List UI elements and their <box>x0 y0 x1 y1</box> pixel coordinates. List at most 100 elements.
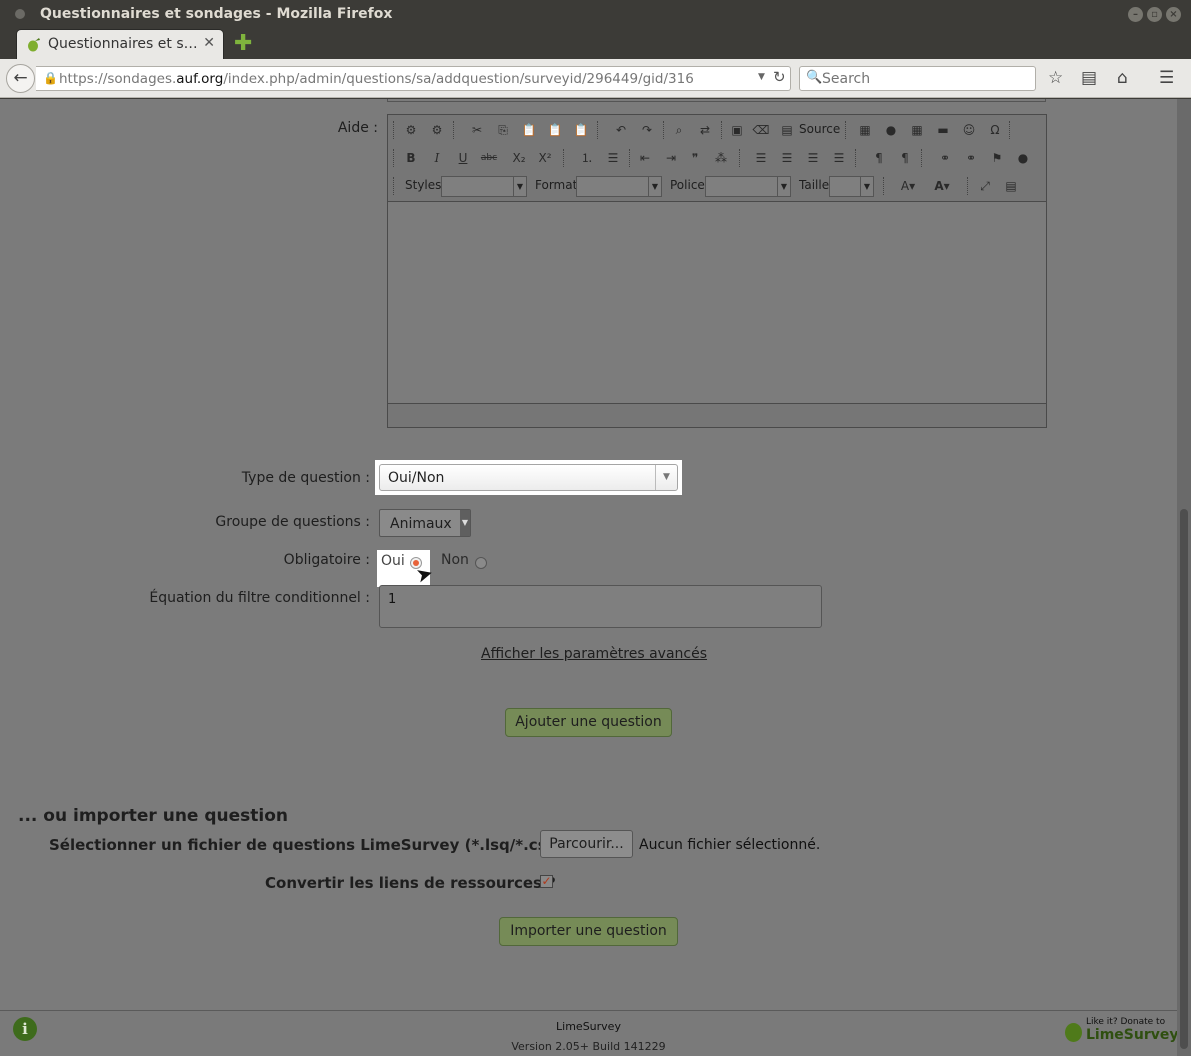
hamburger-menu-icon[interactable]: ☰ <box>1159 67 1174 89</box>
underline-icon[interactable]: U <box>453 149 473 167</box>
format-combo[interactable]: ▼ <box>576 176 662 197</box>
close-window-icon[interactable]: × <box>1166 7 1181 22</box>
browser-tab[interactable]: Questionnaires et s… ✕ <box>16 29 224 59</box>
source-button[interactable]: Source <box>799 122 840 136</box>
window-titlebar: Questionnaires et sondages - Mozilla Fir… <box>0 0 1191 29</box>
templates-icon[interactable]: ⚙ <box>401 121 421 139</box>
find-icon[interactable]: ⌕ <box>669 121 689 139</box>
outdent-icon[interactable]: ⇤ <box>635 149 655 167</box>
page-scrollbar[interactable] <box>1177 99 1191 1056</box>
convert-links-checkbox[interactable]: ✓ <box>540 875 553 888</box>
text-color-icon[interactable]: A▾ <box>895 177 921 195</box>
horizontal-rule-icon[interactable]: ▬ <box>933 121 953 139</box>
chevron-down-icon: ▼ <box>513 177 526 196</box>
image-icon[interactable]: ▦ <box>855 121 875 139</box>
justify-icon[interactable]: ☰ <box>829 149 849 167</box>
replace-icon[interactable]: ⇄ <box>695 121 715 139</box>
add-question-button[interactable]: Ajouter une question <box>505 708 672 737</box>
import-question-button[interactable]: Importer une question <box>499 917 678 946</box>
indent-icon[interactable]: ⇥ <box>661 149 681 167</box>
copy-icon[interactable]: ⎘ <box>493 121 513 139</box>
chevron-down-icon: ▼ <box>655 465 677 490</box>
url-prefix: https://sondages. <box>59 71 177 87</box>
previous-field-edge <box>387 99 1046 102</box>
globe-icon[interactable]: ● <box>1013 149 1033 167</box>
link-icon[interactable]: ⚭ <box>935 149 955 167</box>
tab-title: Questionnaires et s… <box>48 36 198 52</box>
italic-icon[interactable]: I <box>427 149 447 167</box>
search-input[interactable] <box>822 69 1027 88</box>
editor-content-area[interactable] <box>388 201 1046 404</box>
numbered-list-icon[interactable]: ⒈ <box>577 149 597 167</box>
toolbar-separator <box>967 177 969 195</box>
url-text[interactable]: https://sondages.auf.org/index.php/admin… <box>59 71 694 87</box>
anchor-flag-icon[interactable]: ⚑ <box>987 149 1007 167</box>
donate-brand: LimeSurvey <box>1086 1027 1177 1043</box>
special-char-icon[interactable]: Ω <box>985 121 1005 139</box>
tab-close-icon[interactable]: ✕ <box>203 35 215 51</box>
align-left-icon[interactable]: ☰ <box>751 149 771 167</box>
toolbar-separator <box>883 177 885 195</box>
bold-icon[interactable]: B <box>401 149 421 167</box>
back-arrow-icon[interactable]: ← <box>6 64 35 93</box>
paste-word-icon[interactable]: 📋 <box>571 121 591 139</box>
question-group-select[interactable]: Animaux ▼ <box>379 509 471 537</box>
url-dropdown-icon[interactable]: ▼ <box>758 72 765 82</box>
ltr-icon[interactable]: ¶ <box>869 149 889 167</box>
maximize-icon[interactable]: ▫ <box>1147 7 1162 22</box>
scrollbar-thumb[interactable] <box>1180 509 1188 1049</box>
reload-icon[interactable]: ↻ <box>773 68 786 86</box>
condition-textarea[interactable]: 1 <box>379 585 822 628</box>
remove-format-icon[interactable]: ⌫ <box>751 121 771 139</box>
donate-link[interactable]: Like it? Donate to LimeSurvey <box>1064 1015 1177 1047</box>
select-all-icon[interactable]: ▣ <box>727 121 747 139</box>
align-right-icon[interactable]: ☰ <box>803 149 823 167</box>
unlink-icon[interactable]: ⚭ <box>961 149 981 167</box>
expression-icon[interactable]: ⚙ <box>427 121 447 139</box>
chevron-down-icon: ▼ <box>460 510 470 536</box>
flash-icon[interactable]: ● <box>881 121 901 139</box>
font-combo[interactable]: ▼ <box>705 176 791 197</box>
window-menu-icon[interactable] <box>15 9 25 19</box>
smiley-icon[interactable]: ☺ <box>959 121 979 139</box>
redo-icon[interactable]: ↷ <box>637 121 657 139</box>
styles-combo[interactable]: ▼ <box>441 176 527 197</box>
chevron-down-icon: ▼ <box>648 177 661 196</box>
bulleted-list-icon[interactable]: ☰ <box>603 149 623 167</box>
mandatory-yes-highlight: Oui ➤ <box>377 550 436 588</box>
new-tab-icon[interactable]: ✚ <box>234 33 252 55</box>
source-icon[interactable]: ▤ <box>777 121 797 139</box>
subscript-icon[interactable]: X₂ <box>509 149 529 167</box>
bookmark-star-icon[interactable]: ☆ <box>1048 67 1063 89</box>
url-bar[interactable]: 🔒 https://sondages.auf.org/index.php/adm… <box>36 66 791 91</box>
toolbar-separator <box>845 121 847 139</box>
paste-text-icon[interactable]: 📋 <box>545 121 565 139</box>
cut-icon[interactable]: ✂ <box>467 121 487 139</box>
maximize-editor-icon[interactable]: ⤢ <box>975 177 995 195</box>
rtl-icon[interactable]: ¶ <box>895 149 915 167</box>
show-blocks-icon[interactable]: ▤ <box>1001 177 1021 195</box>
toolbar-separator <box>393 121 395 139</box>
reading-list-icon[interactable]: ▤ <box>1081 67 1097 89</box>
question-type-select[interactable]: Oui/Non ▼ <box>379 464 678 491</box>
strikethrough-icon[interactable]: abc <box>479 149 499 167</box>
undo-icon[interactable]: ↶ <box>611 121 631 139</box>
div-icon[interactable]: ⁂ <box>711 149 731 167</box>
advanced-settings-link[interactable]: Afficher les paramètres avancés <box>481 646 707 662</box>
blockquote-icon[interactable]: ❞ <box>685 149 705 167</box>
paste-icon[interactable]: 📋 <box>519 121 539 139</box>
superscript-icon[interactable]: X² <box>535 149 555 167</box>
size-combo[interactable]: ▼ <box>829 176 874 197</box>
page-content: Aide : ⚙ ⚙ ✂ ⎘ 📋 📋 📋 ↶ ↷ ⌕ ⇄ ▣ ⌫ ▤ Sourc… <box>0 99 1177 1056</box>
mandatory-no-radio[interactable] <box>475 557 487 569</box>
home-icon[interactable]: ⌂ <box>1117 67 1128 89</box>
navigation-toolbar: ← 🔒 https://sondages.auf.org/index.php/a… <box>0 59 1191 98</box>
browse-button[interactable]: Parcourir... <box>540 830 633 858</box>
minimize-icon[interactable]: – <box>1128 7 1143 22</box>
question-group-label: Groupe de questions : <box>215 514 370 530</box>
search-bar[interactable]: 🔍 <box>799 66 1036 91</box>
background-color-icon[interactable]: A▾ <box>929 177 955 195</box>
align-center-icon[interactable]: ☰ <box>777 149 797 167</box>
mouse-cursor-icon: ➤ <box>413 560 436 588</box>
table-icon[interactable]: ▦ <box>907 121 927 139</box>
